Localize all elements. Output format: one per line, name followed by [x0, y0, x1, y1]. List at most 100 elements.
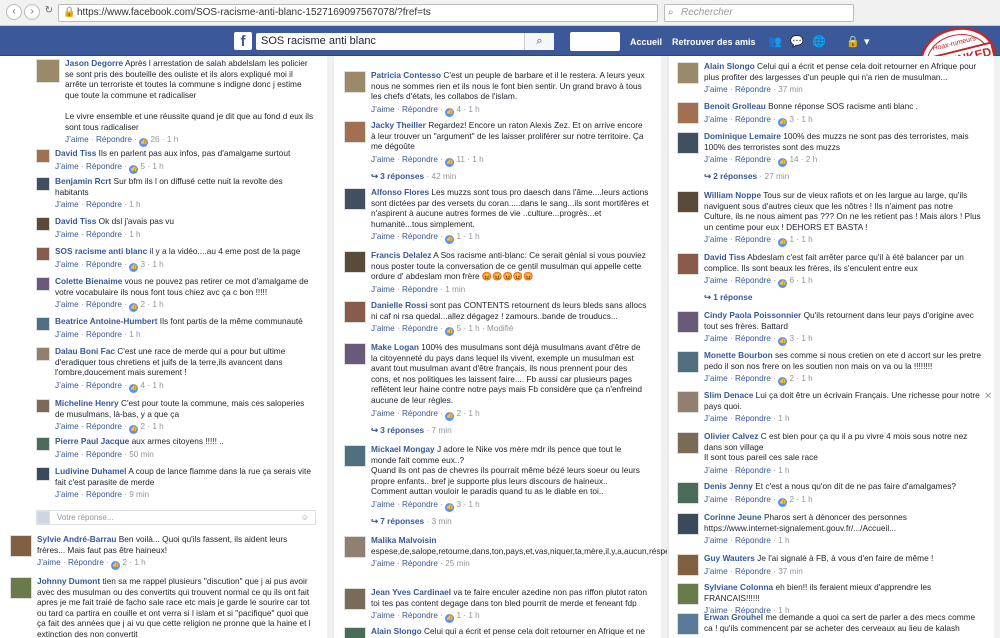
avatar[interactable] [36, 317, 50, 331]
reply-link[interactable]: Répondre [735, 276, 771, 285]
commenter-name[interactable]: Danielle Rossi [371, 300, 428, 310]
avatar[interactable] [36, 217, 50, 231]
commenter-name[interactable]: William Noppe [704, 190, 761, 200]
avatar[interactable] [344, 251, 366, 273]
view-replies-link[interactable]: ↪ 7 réponses · 3 min [371, 516, 649, 527]
reply-link[interactable]: Répondre [402, 232, 438, 241]
reply-link[interactable]: Répondre [86, 490, 122, 499]
commenter-name[interactable]: Jason Degorre [65, 58, 123, 68]
reply-link[interactable]: Répondre [735, 466, 771, 475]
commenter-name[interactable]: Benoit Grolleau [704, 101, 766, 111]
notifications-icon[interactable]: 🌐 [812, 35, 826, 48]
avatar[interactable] [677, 132, 699, 154]
like-link[interactable]: J’aime [371, 285, 395, 294]
commenter-name[interactable]: Sylvie André-Barrau [37, 534, 116, 544]
commenter-name[interactable]: Dominique Lemaire [704, 131, 781, 141]
commenter-name[interactable]: Patricia Contesso [371, 70, 441, 80]
reply-link[interactable]: Répondre [402, 105, 438, 114]
commenter-name[interactable]: Alain Slongo [704, 61, 755, 71]
commenter-name[interactable]: Micheline Henry [55, 398, 119, 408]
commenter-name[interactable]: Slim Denace [704, 390, 753, 400]
reply-link[interactable]: Répondre [735, 414, 771, 423]
avatar[interactable] [344, 536, 366, 558]
avatar[interactable] [677, 554, 699, 576]
commenter-name[interactable]: Sylviane Colonna [704, 582, 773, 592]
friend-requests-icon[interactable]: 👥 [768, 35, 782, 48]
like-link[interactable]: J’aime [704, 466, 728, 475]
url-bar[interactable]: 🔒 https://www.facebook.com/SOS-racisme-an… [58, 4, 658, 22]
like-link[interactable]: J’aime [371, 324, 395, 333]
avatar[interactable] [677, 391, 699, 413]
like-link[interactable]: J’aime [371, 611, 395, 620]
reply-link[interactable]: Répondre [735, 536, 771, 545]
reply-link[interactable]: Répondre [86, 260, 122, 269]
avatar[interactable] [677, 62, 699, 84]
commenter-name[interactable]: Benjamin Rcrt [55, 176, 111, 186]
commenter-name[interactable]: Guy Wauters [704, 553, 755, 563]
like-link[interactable]: J’aime [371, 105, 395, 114]
avatar[interactable] [344, 121, 366, 143]
reply-input[interactable]: Votre réponse... ☺ [36, 510, 316, 525]
reply-link[interactable]: Répondre [735, 334, 771, 343]
like-link[interactable]: J’aime [704, 276, 728, 285]
reply-link[interactable]: Répondre [735, 235, 771, 244]
commenter-name[interactable]: Olivier Calvez [704, 431, 758, 441]
close-icon[interactable]: ✕ [984, 391, 992, 402]
like-link[interactable]: J’aime [704, 155, 728, 164]
commenter-name[interactable]: Jacky Theiller [371, 120, 426, 130]
like-link[interactable]: J’aime [704, 85, 728, 94]
forward-icon[interactable]: › [24, 4, 40, 20]
avatar[interactable] [344, 445, 366, 467]
facebook-logo-icon[interactable]: f [234, 32, 252, 50]
reply-link[interactable]: Répondre [86, 162, 122, 171]
reply-link[interactable]: Répondre [86, 200, 122, 209]
like-link[interactable]: J’aime [55, 450, 79, 459]
reply-link[interactable]: Répondre [402, 155, 438, 164]
avatar[interactable] [344, 188, 366, 210]
avatar[interactable] [36, 467, 50, 481]
scrollbar[interactable] [327, 56, 333, 638]
reply-link[interactable]: Répondre [402, 324, 438, 333]
avatar[interactable] [10, 535, 32, 557]
commenter-name[interactable]: Francis Delalez [371, 250, 431, 260]
like-link[interactable]: J’aime [37, 558, 61, 567]
avatar[interactable] [677, 482, 699, 504]
commenter-name[interactable]: Make Logan [371, 342, 419, 352]
commenter-name[interactable]: Jean Yves Cardinael [371, 587, 451, 597]
reply-link[interactable]: Répondre [735, 374, 771, 383]
like-link[interactable]: J’aime [55, 422, 79, 431]
reload-icon[interactable]: ↻ [41, 4, 57, 20]
commenter-name[interactable]: David Tiss [704, 252, 745, 262]
avatar[interactable] [36, 399, 50, 413]
avatar[interactable] [677, 513, 699, 535]
like-link[interactable]: J’aime [55, 330, 79, 339]
reply-link[interactable]: Répondre [402, 409, 438, 418]
like-link[interactable]: J’aime [704, 495, 728, 504]
commenter-name[interactable]: Alfonso Flores [371, 187, 429, 197]
avatar[interactable] [677, 351, 699, 373]
commenter-name[interactable]: Cindy Paola Poissonnier [704, 310, 801, 320]
lock-menu-icon[interactable]: 🔒 [846, 35, 860, 48]
view-replies-link[interactable]: ↪ 1 réponse [704, 292, 982, 303]
avatar[interactable] [344, 343, 366, 365]
reply-link[interactable]: Répondre [96, 135, 132, 144]
avatar[interactable] [344, 588, 366, 610]
commenter-name[interactable]: Colette Bienaime [55, 276, 122, 286]
like-link[interactable]: J’aime [704, 567, 728, 576]
emoji-icon[interactable]: ☺ [301, 511, 309, 524]
avatar[interactable] [677, 191, 699, 213]
like-link[interactable]: J’aime [371, 409, 395, 418]
avatar[interactable] [677, 432, 699, 454]
commenter-name[interactable]: Erwan Grouhel [704, 612, 763, 622]
avatar[interactable] [36, 149, 50, 163]
like-link[interactable]: J’aime [55, 300, 79, 309]
like-link[interactable]: J’aime [704, 374, 728, 383]
commenter-name[interactable]: Pierre Paul Jacque [55, 436, 129, 446]
like-link[interactable]: J’aime [55, 260, 79, 269]
reply-link[interactable]: Répondre [86, 330, 122, 339]
like-link[interactable]: J’aime [371, 559, 395, 568]
reply-link[interactable]: Répondre [402, 611, 438, 620]
avatar[interactable] [36, 59, 60, 83]
like-link[interactable]: J’aime [371, 500, 395, 509]
like-link[interactable]: J’aime [704, 334, 728, 343]
